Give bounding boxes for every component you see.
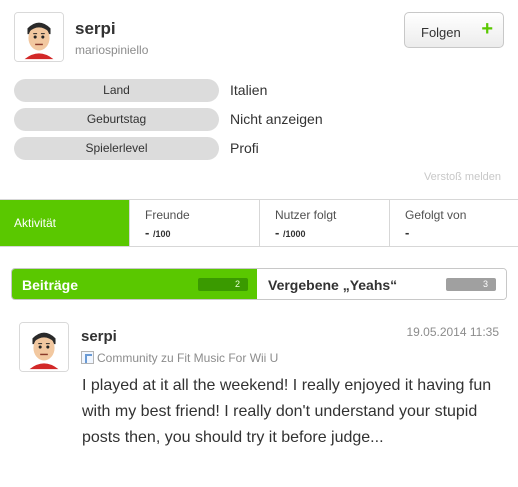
info-value-player-level: Profi: [230, 140, 259, 156]
post-timestamp: 19.05.2014 11:35: [406, 325, 499, 339]
post-community-link[interactable]: Community zu Fit Music For Wii U: [81, 351, 278, 365]
info-label-birthday: Geburtstag: [14, 108, 219, 131]
community-icon: [81, 351, 94, 364]
stat-friends[interactable]: Freunde - /100: [129, 200, 259, 246]
follow-button-label: Folgen: [421, 25, 461, 40]
profile-name: serpi: [75, 19, 116, 38]
follow-button[interactable]: Folgen +: [404, 12, 504, 48]
stat-friends-label: Freunde: [145, 208, 190, 222]
post-body: I played at it all the weekend! I really…: [82, 377, 492, 446]
tab-yeahs[interactable]: Vergebene „Yeahs“ 3: [257, 269, 506, 299]
stat-following[interactable]: Nutzer folgt - /1000: [259, 200, 389, 246]
post-author-name[interactable]: serpi: [81, 328, 117, 345]
info-label-player-level: Spielerlevel: [14, 137, 219, 160]
stat-followers-value: -: [405, 225, 410, 240]
tab-yeahs-count: 3: [446, 278, 496, 291]
tab-yeahs-label: Vergebene „Yeahs“: [268, 277, 398, 293]
post-author-avatar[interactable]: [19, 322, 69, 372]
tab-posts[interactable]: Beiträge 2: [12, 269, 257, 299]
stat-following-label: Nutzer folgt: [275, 208, 337, 222]
plus-icon: +: [481, 18, 493, 40]
info-label-country: Land: [14, 79, 219, 102]
stats-bar: Aktivität Freunde - /100 Nutzer folgt - …: [0, 199, 518, 247]
post-community-label: Community zu Fit Music For Wii U: [97, 351, 279, 365]
stat-friends-value: - /100: [145, 225, 171, 240]
content-tabs: Beiträge 2 Vergebene „Yeahs“ 3: [11, 268, 507, 300]
info-value-country: Italien: [230, 82, 268, 98]
profile-avatar: [14, 12, 64, 62]
stat-followers-label: Gefolgt von: [405, 208, 467, 222]
tab-posts-count: 2: [198, 278, 248, 291]
profile-handle: mariospiniello: [75, 43, 149, 57]
stat-following-value: - /1000: [275, 225, 306, 240]
info-value-birthday: Nicht anzeigen: [230, 111, 323, 127]
tab-activity[interactable]: Aktivität: [0, 200, 129, 246]
tab-posts-label: Beiträge: [22, 277, 79, 293]
mii-face-icon: [20, 323, 68, 371]
mii-face-icon: [15, 13, 63, 61]
report-link[interactable]: Verstoß melden: [424, 171, 501, 183]
stat-followers[interactable]: Gefolgt von -: [389, 200, 518, 246]
